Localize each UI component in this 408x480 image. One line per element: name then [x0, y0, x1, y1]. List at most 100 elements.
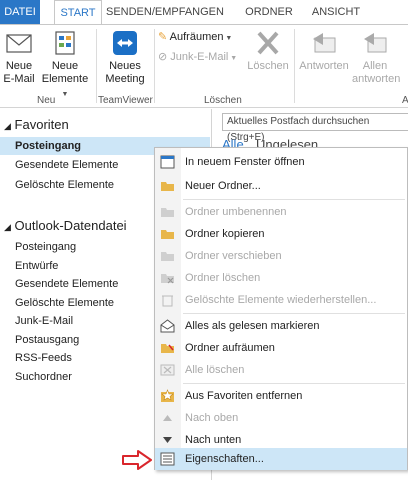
teamviewer-icon — [113, 31, 137, 55]
menu-item-mark-all-read[interactable]: Alles als gelesen markieren — [155, 315, 407, 337]
menu-item-delete-all[interactable]: Alle löschen — [155, 359, 407, 381]
menu-item-label: Eigenschaften... — [185, 453, 264, 465]
move-down-icon — [163, 437, 172, 443]
context-menu: In neuem Fenster öffnen Neuer Ordner... … — [154, 147, 408, 470]
red-arrow-icon — [122, 450, 152, 470]
favorite-posteingang[interactable]: Posteingang — [15, 137, 81, 155]
reply-button[interactable]: Antworten — [296, 29, 352, 73]
ribbon-tabs: DATEI START SENDEN/EMPFANGEN ORDNER ANSI… — [0, 0, 408, 25]
tab-ordner[interactable]: ORDNER — [236, 0, 302, 24]
favorite-geloeschte-elemente[interactable]: Gelöschte Elemente — [15, 176, 114, 194]
group-label-reply: A — [402, 95, 408, 106]
new-email-button[interactable]: Neue E-Mail — [2, 29, 36, 86]
chevron-down-icon: ▼ — [228, 55, 238, 62]
group-separator — [294, 29, 295, 103]
copy-folder-icon — [161, 230, 174, 239]
favorites-header[interactable]: ◢ Favoriten — [4, 117, 69, 132]
delete-folder-icon — [161, 274, 174, 284]
menu-item-cleanup-folder[interactable]: Ordner aufräumen — [155, 337, 407, 359]
favorite-gesendete-elemente[interactable]: Gesendete Elemente — [15, 156, 118, 174]
folder-geloeschte-elemente[interactable]: Gelöschte Elemente — [15, 294, 114, 312]
reply-all-label-2: antworten — [352, 73, 401, 85]
folder-rss-feeds[interactable]: RSS-Feeds — [15, 349, 72, 367]
datafile-title: Outlook-Datendatei — [14, 218, 127, 233]
menu-item-label: In neuem Fenster öffnen — [185, 156, 305, 168]
reply-label: Antworten — [299, 60, 349, 72]
menu-item-remove-favorite[interactable]: Aus Favoriten entfernen — [155, 385, 407, 407]
tab-datei[interactable]: DATEI — [0, 0, 40, 24]
menu-item-label: Neuer Ordner... — [185, 180, 261, 192]
ribbon: Neue E-Mail Neue Elemente ▼ Neu Neues Me… — [0, 24, 408, 108]
junk-label: Junk-E-Mail — [170, 51, 229, 63]
reply-icon — [313, 33, 336, 53]
collapse-triangle-icon: ◢ — [4, 121, 11, 131]
folder-entwuerfe[interactable]: Entwürfe — [15, 257, 58, 275]
group-separator — [154, 29, 155, 103]
menu-item-label: Ordner umbenennen — [185, 206, 287, 218]
group-label-delete: Löschen — [204, 95, 242, 106]
move-folder-icon — [161, 252, 174, 261]
new-email-icon — [6, 34, 32, 53]
junk-icon: ⊘ — [158, 51, 168, 63]
junk-button[interactable]: ⊘ Junk-E-Mail ▼ — [158, 49, 237, 65]
open-window-icon — [160, 155, 175, 169]
meeting-label-2: Meeting — [105, 73, 145, 85]
folder-posteingang[interactable]: Posteingang — [15, 238, 76, 256]
new-email-label-1: Neue — [5, 60, 33, 72]
menu-item-restore-deleted[interactable]: Gelöschte Elemente wiederherstellen... — [155, 289, 407, 311]
menu-item-label: Alles als gelesen markieren — [185, 320, 320, 332]
menu-item-label: Ordner löschen — [185, 272, 261, 284]
delete-x-icon — [257, 31, 279, 55]
cleanup-label: Aufräumen — [169, 31, 224, 43]
rename-folder-icon — [161, 208, 174, 217]
properties-icon — [160, 452, 175, 466]
menu-item-label: Ordner kopieren — [185, 228, 265, 240]
reply-all-label-1: Allen — [362, 60, 388, 72]
menu-item-label: Ordner verschieben — [185, 250, 282, 262]
folder-suchordner[interactable]: Suchordner — [15, 368, 72, 386]
delete-label: Löschen — [247, 60, 289, 72]
delete-button[interactable]: Löschen — [246, 29, 290, 73]
remove-favorite-icon — [161, 389, 174, 402]
search-input[interactable]: Aktuelles Postfach durchsuchen (Strg+E) — [222, 113, 408, 143]
tab-ansicht[interactable]: ANSICHT — [306, 0, 366, 24]
new-meeting-button[interactable]: Neues Meeting — [102, 29, 148, 86]
cleanup-button[interactable]: ✎ Aufräumen ▼ — [158, 29, 232, 45]
tab-start[interactable]: START — [54, 0, 102, 25]
datafile-header[interactable]: ◢ Outlook-Datendatei — [4, 218, 127, 233]
group-label-teamviewer: TeamViewer — [98, 95, 153, 106]
chevron-down-icon: ▼ — [61, 91, 69, 98]
folder-gesendete-elemente[interactable]: Gesendete Elemente — [15, 275, 118, 293]
menu-item-label: Ordner aufräumen — [185, 342, 275, 354]
menu-item-delete-folder[interactable]: Ordner löschen — [155, 267, 407, 289]
menu-item-open-new-window[interactable]: In neuem Fenster öffnen — [155, 151, 407, 173]
mark-read-icon — [160, 319, 175, 333]
meeting-label-1: Neues — [109, 60, 141, 72]
menu-item-move-up[interactable]: Nach oben — [155, 407, 407, 429]
menu-item-label: Aus Favoriten entfernen — [185, 390, 303, 402]
cleanup-icon: ✎ — [158, 31, 168, 43]
cleanup-folder-icon — [161, 344, 174, 353]
tab-senden-empfangen[interactable]: SENDEN/EMPFANGEN — [106, 0, 224, 24]
reply-all-icon — [364, 33, 387, 53]
menu-item-copy-folder[interactable]: Ordner kopieren — [155, 223, 407, 245]
menu-separator — [183, 199, 405, 200]
folder-postausgang[interactable]: Postausgang — [15, 331, 79, 349]
menu-item-new-folder[interactable]: Neuer Ordner... — [155, 175, 407, 197]
restore-icon — [162, 295, 173, 307]
menu-item-label: Nach oben — [185, 412, 239, 424]
delete-all-icon — [160, 364, 175, 376]
chevron-down-icon: ▼ — [223, 35, 233, 42]
menu-separator — [183, 383, 405, 384]
collapse-triangle-icon: ◢ — [4, 222, 11, 232]
folder-junk-email[interactable]: Junk-E-Mail — [15, 312, 73, 330]
menu-item-properties[interactable]: Eigenschaften... — [155, 448, 407, 470]
menu-item-rename-folder[interactable]: Ordner umbenennen — [155, 201, 407, 223]
reply-all-button[interactable]: Allen antworten — [352, 29, 401, 86]
move-up-icon — [163, 415, 172, 421]
new-items-label-2: Elemente — [41, 73, 89, 85]
new-email-label-2: E-Mail — [3, 73, 35, 85]
menu-item-move-folder[interactable]: Ordner verschieben — [155, 245, 407, 267]
new-items-button[interactable]: Neue Elemente ▼ — [38, 29, 92, 101]
new-items-label-1: Neue — [51, 60, 79, 72]
